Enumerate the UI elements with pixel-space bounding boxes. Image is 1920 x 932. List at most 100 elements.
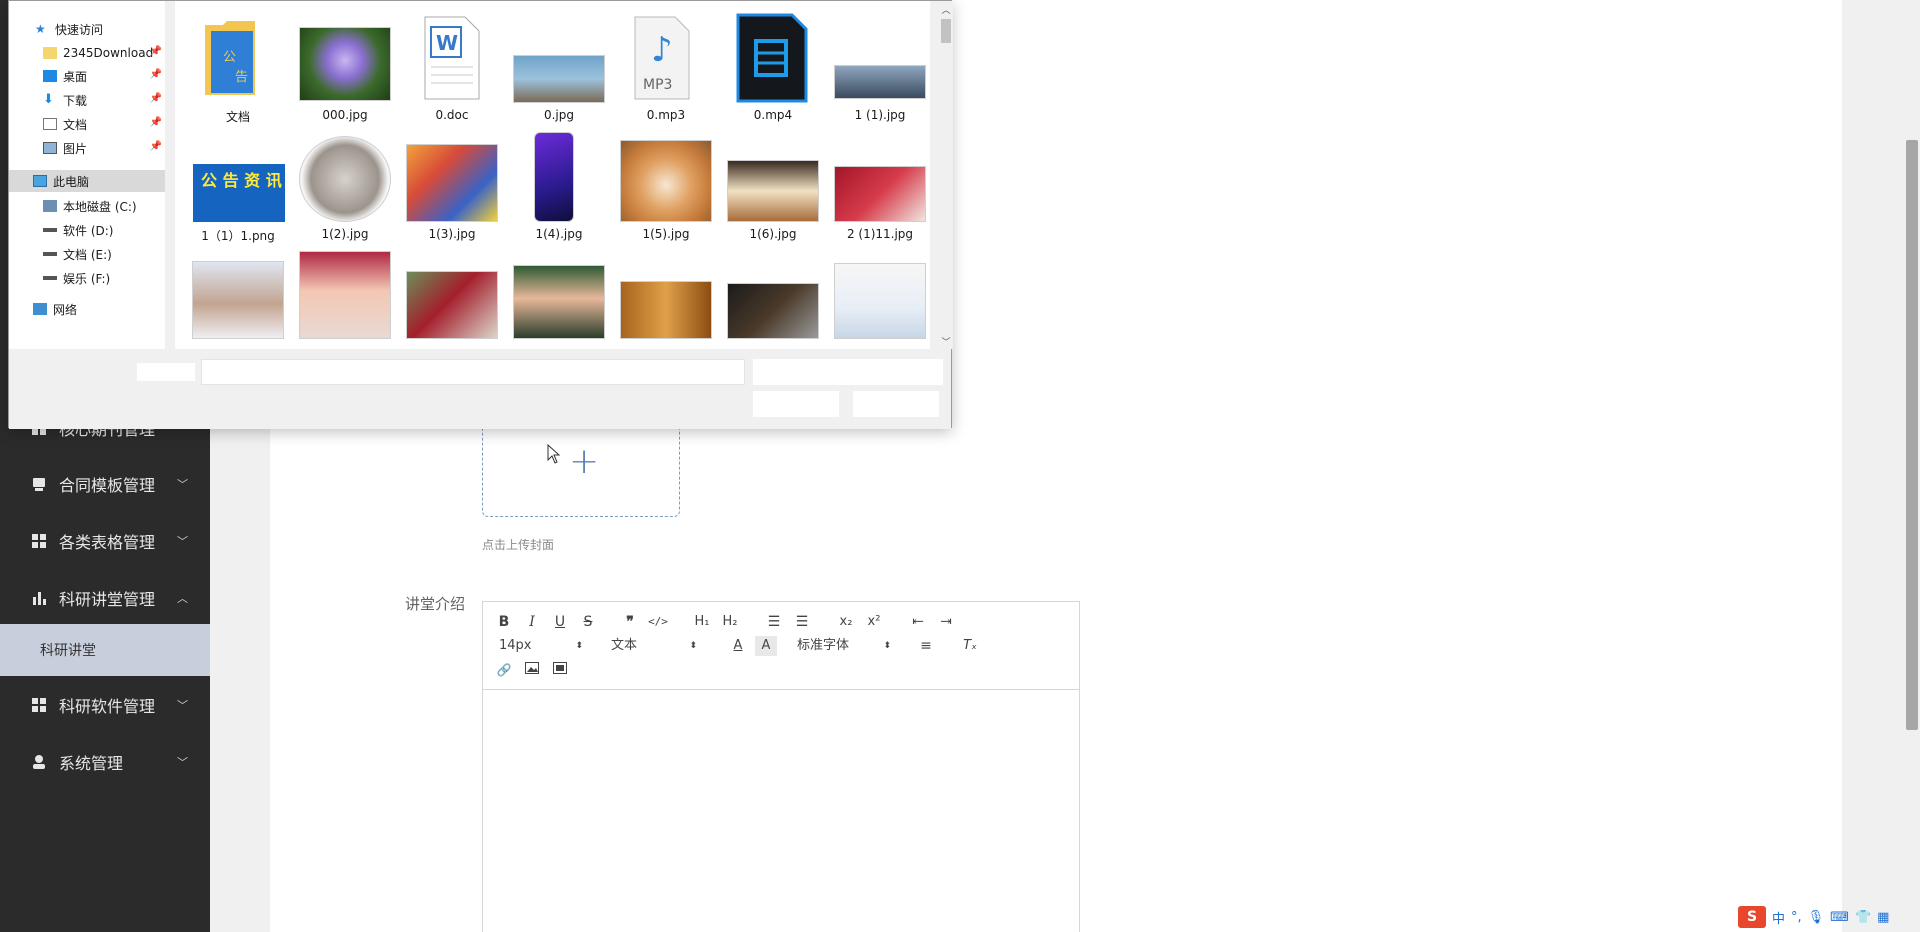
open-button[interactable]	[753, 391, 839, 417]
image-thumbnail	[620, 281, 712, 339]
file-item[interactable]: 1(4).jpg	[504, 132, 604, 242]
cancel-button[interactable]	[853, 391, 939, 417]
file-item[interactable]: 1(5).jpg	[611, 132, 712, 242]
file-item[interactable]: 1 (1).jpg	[825, 13, 926, 123]
h2-icon[interactable]: H₂	[719, 612, 741, 632]
underline-icon[interactable]: U	[549, 612, 571, 632]
link-icon[interactable]: 🔗	[493, 660, 515, 680]
code-icon[interactable]: </>	[647, 612, 669, 632]
file-open-dialog[interactable]: ★ 快速访问 2345Download 📌 桌面 📌 ⬇ 下载 📌 文档 📌 图…	[8, 0, 953, 429]
nav-label: 快速访问	[55, 22, 104, 37]
page-scroll-thumb[interactable]	[1906, 140, 1918, 730]
files-scroll-thumb[interactable]	[941, 19, 951, 43]
pin-icon: 📌	[149, 69, 162, 80]
font-size-select[interactable]: 14px ⬍	[499, 636, 583, 656]
file-item[interactable]: 0.mp4	[718, 13, 818, 123]
subscript-icon[interactable]: x₂	[835, 612, 857, 632]
sidebar-subitem-lecture[interactable]: 科研讲堂	[0, 624, 210, 676]
file-item[interactable]	[825, 251, 926, 349]
nav-quick-access[interactable]: ★ 快速访问	[9, 18, 165, 40]
file-item[interactable]	[183, 251, 284, 349]
nav-documents[interactable]: 文档 📌	[9, 113, 165, 135]
nav-downloads[interactable]: ⬇ 下载 📌	[9, 89, 165, 111]
quote-icon[interactable]: ❞	[619, 612, 641, 632]
grid-menu-icon[interactable]: ▦	[1877, 910, 1889, 925]
nav-network[interactable]: 网络	[9, 298, 165, 320]
chevron-down-icon: ﹀	[177, 699, 188, 712]
sidebar-item-software[interactable]: 科研软件管理 ﹀	[0, 677, 210, 733]
filetype-select[interactable]	[753, 359, 943, 385]
nav-label: 软件 (D:)	[63, 223, 114, 238]
page-scrollbar[interactable]	[1904, 0, 1920, 932]
ime-language[interactable]: 中	[1772, 908, 1785, 927]
cover-upload[interactable]: +	[482, 420, 680, 517]
sidebar-item-label: 科研讲堂管理	[59, 590, 156, 609]
file-item[interactable]	[611, 251, 712, 349]
sidebar-item-contracts[interactable]: 合同模板管理 ﹀	[0, 456, 210, 512]
scroll-down-icon[interactable]: ﹀	[939, 335, 953, 348]
file-item[interactable]: 0.jpg	[504, 13, 605, 123]
sidebar-item-system[interactable]: 系统管理 ﹀	[0, 734, 210, 790]
skin-icon[interactable]: 👕	[1855, 910, 1871, 925]
rich-text-editor[interactable]: B I U S ❞ </> H₁ H₂ ☰ ☰ x₂ x² ⇤ ⇥ 14px ⬍…	[482, 601, 1080, 932]
font-family-select[interactable]: 标准字体 ⬍	[797, 636, 891, 656]
sidebar-item-label: 科研软件管理	[59, 697, 156, 716]
file-item[interactable]	[718, 251, 819, 349]
nav-drive-d[interactable]: 软件 (D:)	[9, 219, 165, 241]
nav-this-pc[interactable]: 此电脑	[9, 170, 165, 192]
bold-icon[interactable]: B	[493, 612, 515, 632]
h1-icon[interactable]: H₁	[691, 612, 713, 632]
word-doc-icon: W	[424, 16, 480, 100]
files-scrollbar[interactable]: ︿ ﹀	[939, 1, 953, 349]
scroll-up-icon[interactable]: ︿	[939, 3, 953, 16]
ime-toolbar[interactable]: S 中 °, 🎙 ⌨ 👕 ▦	[1738, 906, 1889, 928]
nav-drive-f[interactable]: 娱乐 (F:)	[9, 267, 165, 289]
filename-input[interactable]	[201, 359, 745, 385]
indent-icon[interactable]: ⇥	[935, 612, 957, 632]
file-item[interactable]: W 0.doc	[397, 13, 497, 123]
font-color-icon[interactable]: A	[727, 636, 749, 656]
paragraph-select[interactable]: 文本 ⬍	[611, 636, 697, 656]
image-thumbnail	[727, 160, 819, 222]
file-item[interactable]: ♪ MP3 0.mp3	[611, 13, 711, 123]
bullet-list-icon[interactable]: ☰	[791, 612, 813, 632]
file-item[interactable]	[290, 251, 391, 349]
file-item[interactable]: 1(2).jpg	[290, 132, 391, 242]
nav-drive-c[interactable]: 本地磁盘 (C:)	[9, 195, 165, 217]
outdent-icon[interactable]: ⇤	[907, 612, 929, 632]
image-icon[interactable]	[521, 660, 543, 680]
video-icon[interactable]	[549, 660, 571, 680]
punctuation-icon[interactable]: °,	[1791, 910, 1802, 925]
file-item[interactable]: 公 告 资 讯 1（1）1.png	[183, 132, 285, 243]
nav-pictures[interactable]: 图片 📌	[9, 137, 165, 159]
nav-desktop[interactable]: 桌面 📌	[9, 65, 165, 87]
clear-format-icon[interactable]: Tₓ	[959, 636, 981, 656]
pin-icon: 📌	[149, 141, 162, 152]
image-thumbnail	[834, 263, 926, 339]
sidebar-item-tables[interactable]: 各类表格管理 ﹀	[0, 513, 210, 569]
nav-drive-e[interactable]: 文档 (E:)	[9, 243, 165, 265]
sogou-logo-icon[interactable]: S	[1738, 906, 1766, 928]
italic-icon[interactable]: I	[521, 612, 543, 632]
file-item[interactable]: 公 告 文档	[183, 13, 283, 124]
superscript-icon[interactable]: x²	[863, 612, 885, 632]
user-icon	[31, 754, 47, 770]
file-item[interactable]	[504, 251, 605, 349]
ordered-list-icon[interactable]: ☰	[763, 612, 785, 632]
nav-2345download[interactable]: 2345Download 📌	[9, 42, 165, 64]
file-item[interactable]: 1(3).jpg	[397, 132, 498, 242]
file-item[interactable]	[397, 251, 498, 349]
strike-icon[interactable]: S	[577, 612, 599, 632]
file-item[interactable]: 2 (1)11.jpg	[825, 132, 926, 242]
file-item[interactable]: 000.jpg	[290, 13, 391, 123]
sidebar-item-lectures[interactable]: 科研讲堂管理 ︿	[0, 570, 210, 626]
nav-label: 2345Download	[63, 46, 154, 60]
background-color-icon[interactable]: A	[755, 636, 777, 656]
svg-text:W: W	[436, 31, 458, 55]
dialog-files-pane: 公 告 文档 000.jpg W 0.doc 0.jpg ♪ MP3 0.mp3…	[175, 1, 930, 349]
file-item[interactable]: 1(6).jpg	[718, 132, 819, 242]
align-left-icon[interactable]: ≡	[915, 636, 937, 656]
dialog-nav-pane: ★ 快速访问 2345Download 📌 桌面 📌 ⬇ 下载 📌 文档 📌 图…	[9, 1, 165, 349]
keyboard-icon[interactable]: ⌨	[1830, 910, 1849, 925]
microphone-icon[interactable]: 🎙	[1808, 910, 1825, 925]
